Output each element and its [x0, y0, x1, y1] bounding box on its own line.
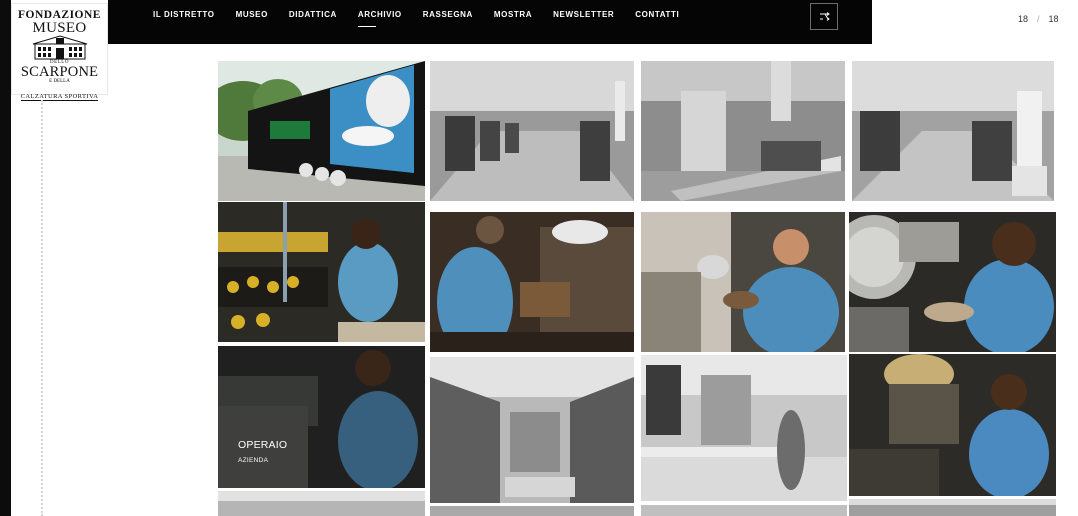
photo-worker-glasses-lamp[interactable]	[641, 212, 845, 352]
nav-item-rassegna[interactable]: RASSEGNA	[423, 10, 473, 19]
caption-title: OPERAIO	[238, 439, 288, 451]
photo-warehouse-shelves[interactable]	[430, 357, 634, 503]
building-icon	[32, 35, 87, 60]
photo-hover-caption: OPERAIO AZIENDA	[238, 439, 287, 464]
photo-workshop-boxes[interactable]	[641, 355, 847, 501]
logo-line-scarpone: SCARPONE	[20, 64, 99, 80]
photo-factory-conveyor[interactable]	[641, 61, 845, 201]
shuffle-button[interactable]	[810, 3, 838, 30]
museum-logo[interactable]: FONDAZIONE MUSEO DELLO SCARPONE E DELLA …	[11, 3, 108, 101]
caption-subtitle: AZIENDA	[238, 457, 269, 464]
shuffle-icon	[819, 12, 830, 21]
nav-item-il-distretto[interactable]: IL DISTRETTO	[153, 10, 215, 19]
nav-item-newsletter[interactable]: NEWSLETTER	[553, 10, 614, 19]
photo-row4-4[interactable]	[849, 499, 1056, 516]
pager-separator: /	[1037, 14, 1040, 24]
photo-factory-hall-1[interactable]	[430, 61, 634, 201]
photo-factory-hall-2[interactable]	[852, 61, 1054, 201]
nav-item-didattica[interactable]: DIDATTICA	[289, 10, 337, 19]
logo-line-museo: MUSEO	[32, 20, 87, 36]
left-dark-strip	[0, 0, 11, 516]
photo-worker-machine[interactable]	[430, 212, 634, 352]
photo-row4-3[interactable]	[641, 505, 847, 516]
nav-item-mostra[interactable]: MOSTRA	[494, 10, 532, 19]
top-navigation-bar: IL DISTRETTO MUSEO DIDATTICA ARCHIVIO RA…	[108, 0, 872, 44]
pagination: 18 / 18	[1018, 14, 1059, 24]
photo-worker-operaio[interactable]: OPERAIO AZIENDA	[218, 346, 425, 488]
main-menu: IL DISTRETTO MUSEO DIDATTICA ARCHIVIO RA…	[153, 10, 700, 27]
total-pages: 18	[1048, 14, 1059, 24]
photo-worker-wheel-machine[interactable]	[849, 212, 1056, 352]
photo-worker-press-machine[interactable]	[849, 354, 1056, 496]
photo-worker-boots-rack[interactable]	[218, 202, 425, 342]
decorative-dotted-line	[41, 100, 43, 516]
nav-item-archivio[interactable]: ARCHIVIO	[357, 10, 402, 27]
current-page: 18	[1018, 14, 1029, 24]
photo-row4-1[interactable]	[218, 491, 425, 516]
logo-line-calzatura: CALZATURA SPORTIVA	[20, 93, 99, 101]
photo-row4-2[interactable]	[430, 506, 634, 516]
nav-item-museo[interactable]: MUSEO	[236, 10, 268, 19]
nav-item-contatti[interactable]: CONTATTI	[635, 10, 679, 19]
photo-truck-advert[interactable]	[218, 61, 425, 201]
